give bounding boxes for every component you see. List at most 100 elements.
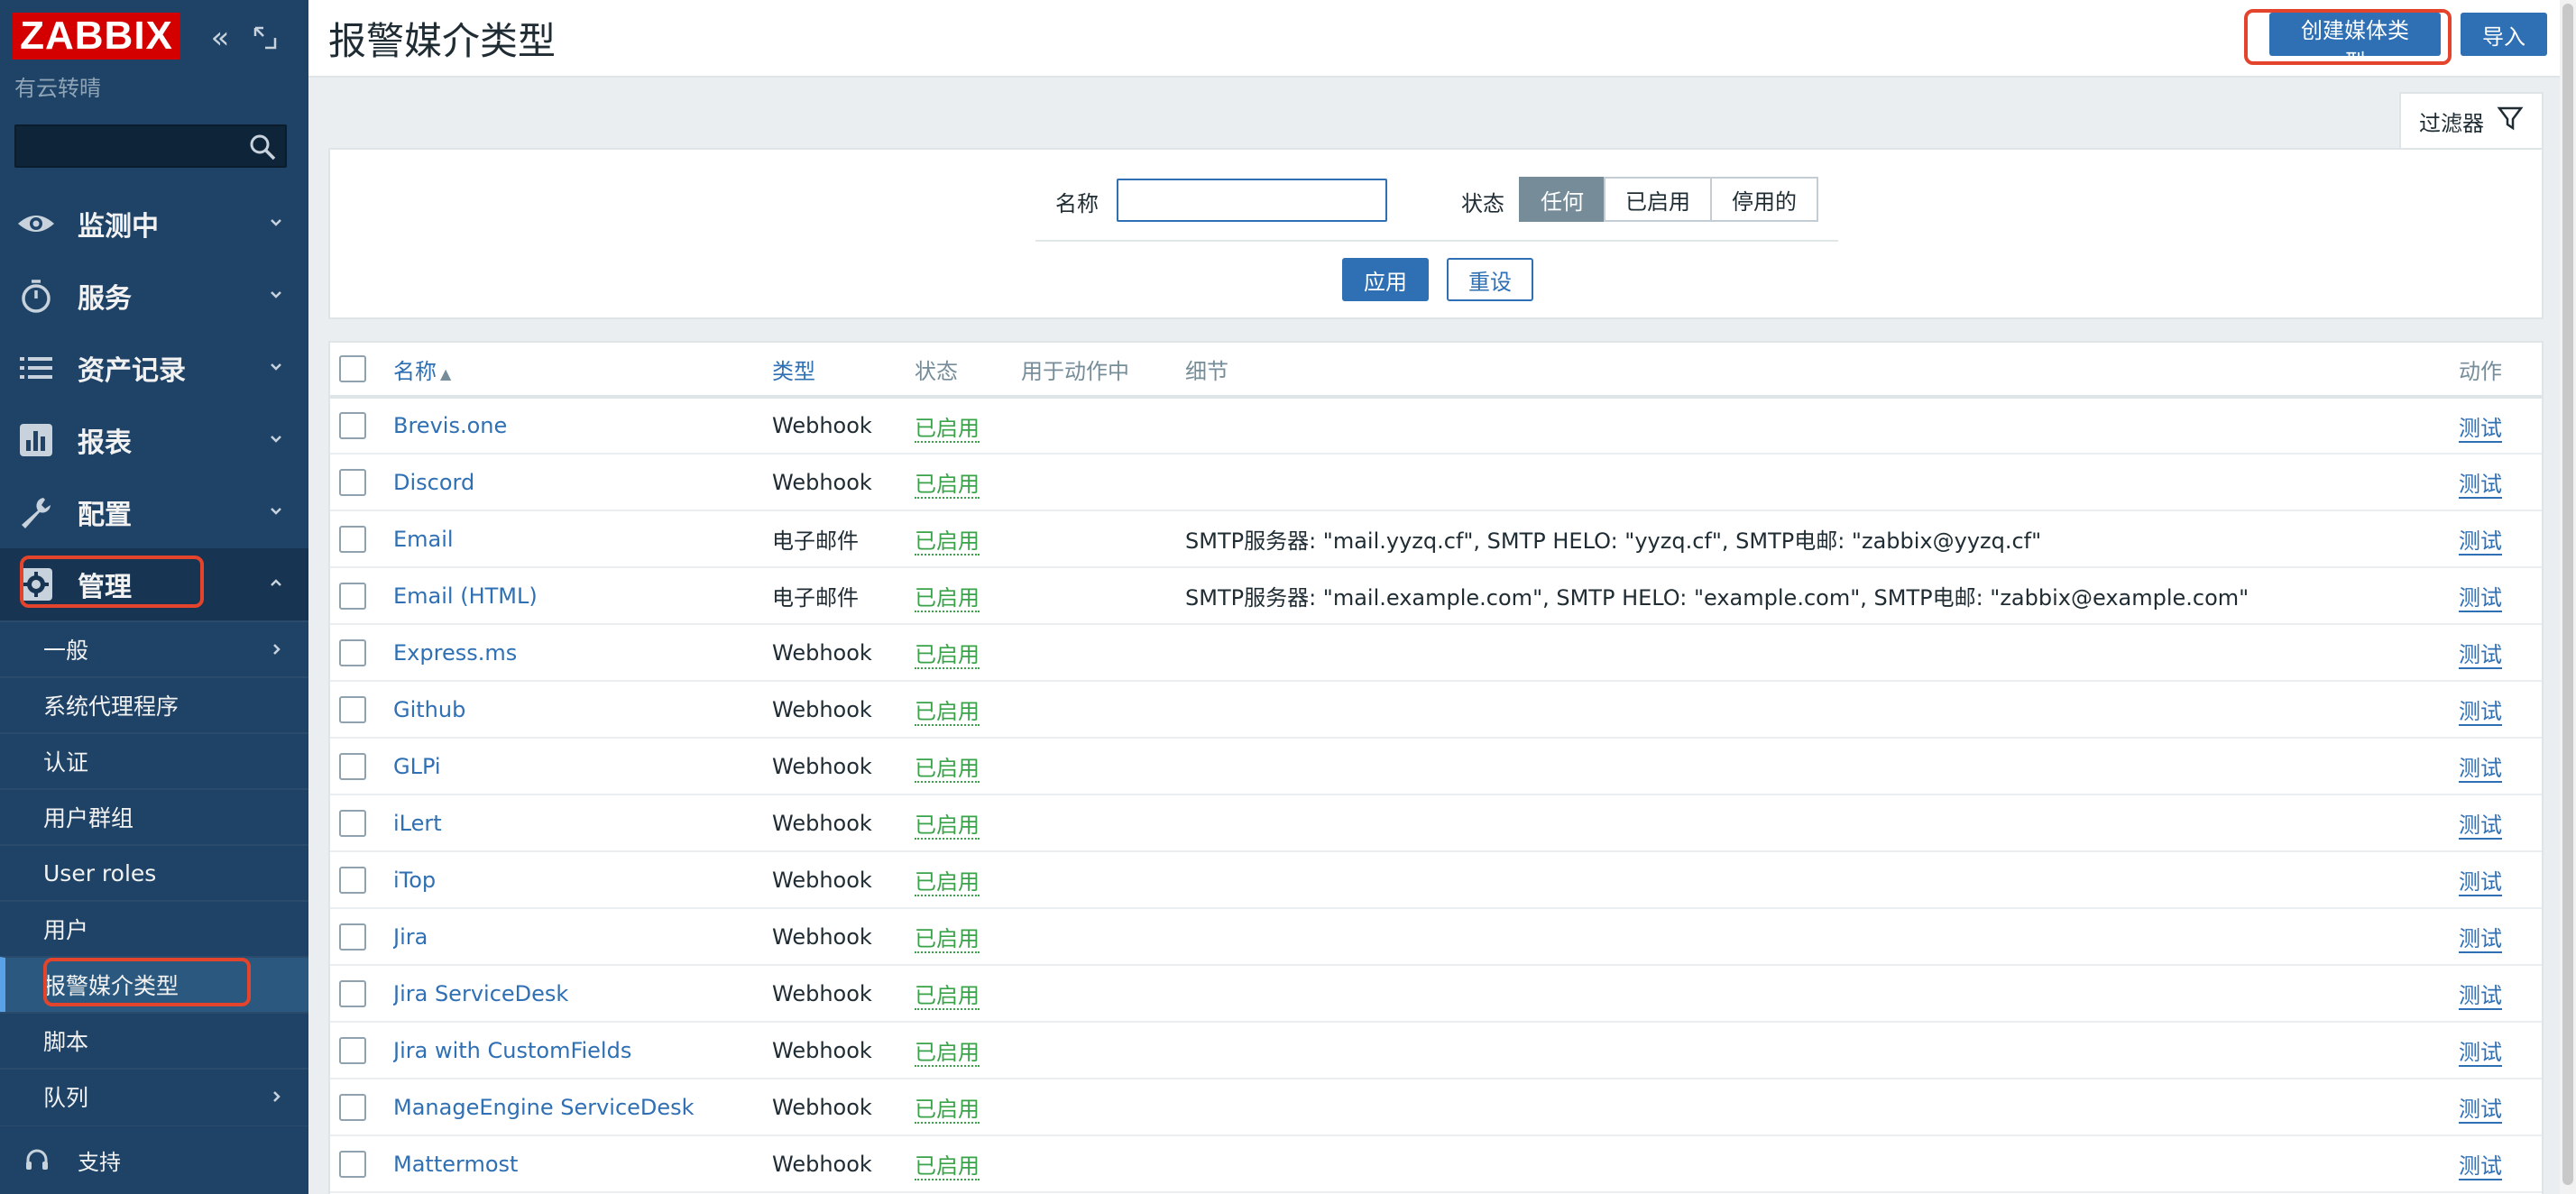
row-checkbox[interactable] <box>339 809 366 837</box>
media-type-name-link[interactable]: GLPi <box>393 754 441 779</box>
media-type-name-link[interactable]: Email (HTML) <box>393 583 538 609</box>
filter-tab[interactable]: 过滤器 <box>2399 92 2544 148</box>
status-toggle[interactable]: 已启用 <box>915 869 980 896</box>
submenu-item-general[interactable]: 一般 <box>0 620 308 676</box>
menu-item-reports[interactable]: 报表 <box>0 404 308 476</box>
submenu-item-users[interactable]: 用户 <box>0 900 308 956</box>
test-link[interactable]: 测试 <box>2459 1153 2502 1180</box>
scrollbar-thumb[interactable] <box>2562 4 2573 1185</box>
apply-button[interactable]: 应用 <box>1342 258 1429 301</box>
media-type-name-link[interactable]: Github <box>393 697 465 722</box>
create-media-type-button[interactable]: 创建媒体类型 <box>2269 13 2441 75</box>
headset-icon <box>23 1147 51 1174</box>
kiosk-mode-icon[interactable] <box>247 20 283 56</box>
import-button[interactable]: 导入 <box>2461 13 2547 56</box>
media-type-type: Webhook <box>772 397 915 455</box>
column-header-name[interactable]: 名称 ▲ <box>393 343 772 399</box>
row-checkbox[interactable] <box>339 1093 366 1121</box>
media-type-name-link[interactable]: Mattermost <box>393 1152 518 1177</box>
row-checkbox[interactable] <box>339 412 366 439</box>
menu-item-administration[interactable]: 管理 <box>0 548 308 620</box>
test-link[interactable]: 测试 <box>2459 1097 2502 1124</box>
filter-icon <box>2497 105 2524 137</box>
state-option-any[interactable]: 任何 <box>1519 177 1605 222</box>
status-toggle[interactable]: 已启用 <box>915 699 980 726</box>
row-checkbox[interactable] <box>339 582 366 610</box>
sidebar-search-input[interactable] <box>16 126 242 166</box>
submenu-item-scripts[interactable]: 脚本 <box>0 1012 308 1068</box>
test-link[interactable]: 测试 <box>2459 642 2502 669</box>
state-option-disabled[interactable]: 停用的 <box>1710 177 1818 222</box>
status-toggle[interactable]: 已启用 <box>915 983 980 1010</box>
row-checkbox[interactable] <box>339 1150 366 1178</box>
test-link[interactable]: 测试 <box>2459 528 2502 556</box>
submenu-item-user-groups[interactable]: 用户群组 <box>0 788 308 844</box>
used-in-actions-cell <box>1021 681 1185 739</box>
row-checkbox[interactable] <box>339 638 366 666</box>
media-type-name-link[interactable]: Jira with CustomFields <box>393 1038 631 1063</box>
status-toggle[interactable]: 已启用 <box>915 1040 980 1067</box>
test-link[interactable]: 测试 <box>2459 756 2502 783</box>
menu-item-label: 配置 <box>78 500 132 531</box>
row-checkbox[interactable] <box>339 1036 366 1064</box>
row-checkbox[interactable] <box>339 979 366 1007</box>
status-toggle[interactable]: 已启用 <box>915 756 980 783</box>
submenu-item-media-types[interactable]: 报警媒介类型 <box>0 956 308 1012</box>
media-type-name-link[interactable]: Jira <box>393 924 428 950</box>
state-option-enabled[interactable]: 已启用 <box>1604 177 1712 222</box>
test-link[interactable]: 测试 <box>2459 869 2502 896</box>
row-checkbox[interactable] <box>339 923 366 951</box>
column-header-type[interactable]: 类型 <box>772 343 915 399</box>
row-checkbox[interactable] <box>339 525 366 553</box>
status-toggle[interactable]: 已启用 <box>915 813 980 840</box>
page-scrollbar[interactable] <box>2560 0 2576 1194</box>
menu-item-label: 服务 <box>78 283 132 315</box>
chevron-up-icon <box>267 574 285 592</box>
test-link[interactable]: 测试 <box>2459 983 2502 1010</box>
test-link[interactable]: 测试 <box>2459 813 2502 840</box>
menu-item-inventory[interactable]: 资产记录 <box>0 332 308 404</box>
media-type-type: Webhook <box>772 1079 915 1136</box>
row-checkbox[interactable] <box>339 695 366 723</box>
media-type-name-link[interactable]: Email <box>393 527 454 552</box>
test-link[interactable]: 测试 <box>2459 585 2502 612</box>
menu-item-monitoring[interactable]: 监测中 <box>0 188 308 260</box>
menu-item-configuration[interactable]: 配置 <box>0 476 308 548</box>
filter-name-input[interactable] <box>1117 179 1387 222</box>
media-type-name-link[interactable]: ManageEngine ServiceDesk <box>393 1095 695 1120</box>
select-all-checkbox[interactable] <box>339 355 366 382</box>
row-checkbox[interactable] <box>339 468 366 496</box>
menu-item-services[interactable]: 服务 <box>0 260 308 332</box>
media-type-name-link[interactable]: iLert <box>393 811 442 836</box>
test-link[interactable]: 测试 <box>2459 415 2502 443</box>
status-toggle[interactable]: 已启用 <box>915 926 980 953</box>
status-toggle[interactable]: 已启用 <box>915 642 980 669</box>
submenu-item-user-roles[interactable]: User roles <box>0 844 308 900</box>
test-link[interactable]: 测试 <box>2459 472 2502 499</box>
test-link[interactable]: 测试 <box>2459 926 2502 953</box>
submenu-item-proxies[interactable]: 系统代理程序 <box>0 676 308 732</box>
row-checkbox[interactable] <box>339 752 366 780</box>
media-type-name-link[interactable]: Brevis.one <box>393 413 507 438</box>
media-type-name-link[interactable]: Jira ServiceDesk <box>393 981 568 1006</box>
row-checkbox[interactable] <box>339 866 366 894</box>
reset-button[interactable]: 重设 <box>1447 258 1533 301</box>
collapse-sidebar-icon[interactable]: « <box>202 20 238 56</box>
media-type-name-link[interactable]: Express.ms <box>393 640 517 666</box>
media-type-name-link[interactable]: iTop <box>393 868 436 893</box>
submenu-item-authentication[interactable]: 认证 <box>0 732 308 788</box>
status-toggle[interactable]: 已启用 <box>915 1097 980 1124</box>
test-link[interactable]: 测试 <box>2459 699 2502 726</box>
media-type-name-link[interactable]: Discord <box>393 470 474 495</box>
status-toggle[interactable]: 已启用 <box>915 415 980 443</box>
test-link[interactable]: 测试 <box>2459 1040 2502 1067</box>
status-toggle[interactable]: 已启用 <box>915 528 980 556</box>
status-toggle[interactable]: 已启用 <box>915 1153 980 1180</box>
status-toggle[interactable]: 已启用 <box>915 472 980 499</box>
search-icon[interactable] <box>247 132 278 162</box>
details-cell <box>1185 681 2459 739</box>
zabbix-logo[interactable]: ZABBIX <box>13 13 180 60</box>
submenu-item-queue[interactable]: 队列 <box>0 1068 308 1124</box>
menu-item-support[interactable]: 支持 <box>0 1125 308 1194</box>
status-toggle[interactable]: 已启用 <box>915 585 980 612</box>
